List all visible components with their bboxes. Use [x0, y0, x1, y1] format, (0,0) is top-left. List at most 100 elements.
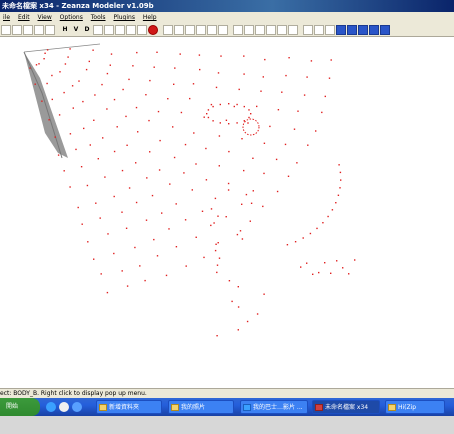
rotate-icon[interactable]: [185, 24, 195, 35]
vertex-point: [237, 329, 239, 331]
vertex-point: [189, 97, 191, 100]
vertex-point: [243, 105, 245, 108]
ie-icon[interactable]: [46, 402, 56, 412]
light-icon[interactable]: [325, 24, 335, 35]
task-modeler[interactable]: 未命名檔案 x34: [312, 400, 380, 414]
menu-view[interactable]: View: [35, 12, 55, 23]
save-file-icon[interactable]: [23, 24, 33, 35]
vertex-point: [207, 109, 210, 111]
quicklaunch-icon[interactable]: [72, 402, 82, 412]
vertex-point: [288, 57, 290, 59]
vertex-point: [149, 151, 151, 153]
vertex-point: [322, 222, 324, 224]
vertex-point: [284, 143, 287, 146]
vertex-point: [310, 60, 313, 62]
pen-icon[interactable]: [93, 24, 103, 35]
open-file-icon[interactable]: [12, 24, 22, 35]
vertex-point: [238, 88, 240, 91]
view-d-button[interactable]: D: [82, 24, 92, 35]
vertex-point: [77, 206, 79, 209]
vertex-point: [285, 74, 287, 77]
vertex-point: [93, 119, 95, 121]
vertex-point: [69, 48, 71, 50]
menu-edit[interactable]: Edit: [15, 12, 33, 23]
tool-icon[interactable]: [45, 24, 55, 35]
vertex-point: [269, 125, 271, 128]
scale-icon[interactable]: [196, 24, 206, 35]
menu-options[interactable]: Options: [57, 12, 86, 23]
lasso-icon[interactable]: [244, 24, 254, 35]
menu-plugins[interactable]: Plugins: [110, 12, 138, 23]
selected-vertex-ring[interactable]: [242, 118, 260, 136]
vertex-point: [236, 122, 238, 124]
model-edge: [23, 43, 101, 53]
vertex-point: [247, 122, 249, 124]
new-file-icon[interactable]: [1, 24, 11, 35]
sphere-icon[interactable]: [148, 24, 158, 35]
task-zip[interactable]: Hi(Zip: [385, 400, 445, 414]
vertex-point: [144, 279, 146, 282]
vertex-point: [106, 108, 108, 110]
vertex-point: [215, 243, 217, 245]
vertex-point: [136, 51, 138, 54]
grid-icon[interactable]: [303, 24, 313, 35]
vertex-point: [78, 80, 80, 82]
vertex-point: [321, 111, 323, 114]
view-h-button[interactable]: H: [60, 24, 70, 35]
task-photos[interactable]: 我的照片: [168, 400, 234, 414]
vertex-point: [338, 164, 340, 166]
vertex-point: [151, 194, 154, 197]
cube-icon[interactable]: [104, 24, 114, 35]
vertex-point: [243, 120, 245, 122]
point-icon[interactable]: [255, 24, 265, 35]
vertex-point: [149, 79, 151, 82]
copy-icon[interactable]: [207, 24, 217, 35]
vertex-point: [116, 126, 118, 128]
vertex-point: [306, 262, 308, 264]
box-icon[interactable]: [115, 24, 125, 35]
face-icon[interactable]: [277, 24, 287, 35]
select-icon[interactable]: [233, 24, 243, 35]
vertex-point: [35, 64, 38, 66]
zoom-icon[interactable]: [163, 24, 173, 35]
viewport-canvas[interactable]: [0, 38, 454, 388]
vertex-point: [243, 73, 245, 75]
vertex-point: [179, 53, 181, 55]
material-icon[interactable]: [336, 24, 346, 35]
task-folder[interactable]: 新增資料夾: [96, 400, 162, 414]
toolbar-separator: [299, 25, 302, 35]
texture-icon[interactable]: [358, 24, 368, 35]
quicklaunch-icon[interactable]: [59, 402, 69, 412]
shape-icon[interactable]: [137, 24, 147, 35]
vertex-point: [94, 94, 96, 96]
edge-icon[interactable]: [266, 24, 276, 35]
menu-file[interactable]: ile: [0, 12, 13, 23]
frame-icon[interactable]: [126, 24, 136, 35]
save-as-icon[interactable]: [34, 24, 44, 35]
camera-icon[interactable]: [369, 24, 379, 35]
vertex-point: [214, 197, 217, 200]
vertex-point: [54, 136, 56, 138]
vertex-point: [293, 128, 296, 130]
mirror-icon[interactable]: [218, 24, 228, 35]
knife-icon[interactable]: [288, 24, 298, 35]
render-icon[interactable]: [347, 24, 357, 35]
vertex-point: [206, 113, 208, 115]
menu-tools[interactable]: Tools: [88, 12, 109, 23]
vertex-point: [296, 162, 298, 164]
scene-icon[interactable]: [380, 24, 390, 35]
vertex-point: [227, 182, 230, 185]
vertex-point: [203, 116, 205, 118]
modeling-viewport[interactable]: [0, 38, 454, 388]
vertex-point: [340, 179, 342, 181]
vertex-point: [212, 120, 214, 122]
vertex-point: [63, 170, 65, 172]
vertex-point: [210, 208, 213, 210]
vertex-point: [287, 175, 290, 177]
start-button[interactable]: 開始: [0, 398, 40, 416]
view-v-button[interactable]: V: [71, 24, 81, 35]
task-browser[interactable]: 我的巴士…影片 ...: [240, 400, 308, 414]
menu-help[interactable]: Help: [140, 12, 160, 23]
move-icon[interactable]: [174, 24, 184, 35]
snap-icon[interactable]: [314, 24, 324, 35]
